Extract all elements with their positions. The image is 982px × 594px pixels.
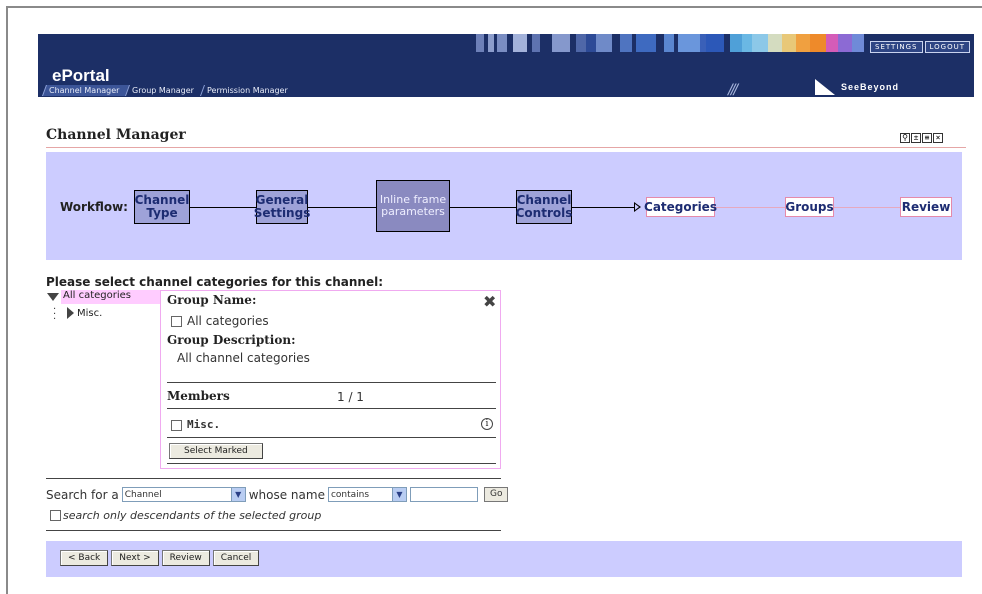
search-icon[interactable]: ⚲ (900, 133, 910, 143)
frame-border-top (6, 6, 982, 8)
nav-tabs: Channel Manager Group Manager Permission… (41, 85, 299, 96)
tab-group-manager[interactable]: Group Manager (125, 85, 205, 96)
app-title: ePortal (52, 66, 110, 85)
maximize-icon[interactable]: ≡ (922, 133, 932, 143)
workflow-connector (308, 207, 376, 208)
next-button[interactable]: Next > (111, 550, 159, 566)
descendants-label: search only descendants of the selected … (63, 509, 322, 522)
group-name-heading: Group Name: (167, 293, 257, 307)
panel-divider (167, 437, 496, 438)
search-type-select[interactable]: Channel ▼ (121, 487, 246, 502)
workflow-label: Workflow: (60, 200, 128, 214)
tab-channel-manager[interactable]: Channel Manager (41, 85, 130, 96)
search-prefix-text: Search for a (46, 487, 119, 502)
collapsed-triangle-icon[interactable] (67, 307, 74, 319)
workflow-connector (715, 207, 785, 208)
page-title: Channel Manager (46, 127, 186, 143)
chevron-down-icon[interactable]: ▼ (391, 488, 406, 501)
header-banner: SETTINGS LOGOUT ePortal Channel Manager … (38, 34, 974, 97)
workflow-connector (572, 207, 634, 208)
member-checkbox[interactable] (171, 419, 182, 431)
search-query-input[interactable] (409, 487, 478, 502)
settings-link[interactable]: SETTINGS (870, 41, 923, 53)
group-details-panel: ✖ Group Name: All categories Group Descr… (160, 290, 501, 469)
seebeyond-logo: SeeBeyond (815, 79, 899, 95)
group-name-row: All categories (171, 314, 269, 328)
wizard-footer: < Back Next > Review Cancel (46, 541, 962, 577)
panel-divider (167, 408, 496, 409)
workflow-arrow-icon (634, 202, 641, 212)
workflow-step-groups[interactable]: Groups (785, 197, 834, 217)
info-icon[interactable]: i (481, 418, 493, 430)
member-name: Misc. (187, 418, 221, 431)
search-row: Search for a Channel ▼ whose name contain… (46, 487, 509, 502)
portlet-controls: ⚲ ± ≡ × (900, 133, 943, 143)
descendants-checkbox[interactable] (50, 510, 61, 521)
search-divider-bottom (46, 530, 501, 531)
panel-divider (167, 463, 496, 464)
tab-permission-manager[interactable]: Permission Manager (200, 85, 299, 96)
workflow-step-categories[interactable]: Categories (644, 197, 717, 217)
workflow-connector (450, 207, 516, 208)
expanded-triangle-icon[interactable] (47, 293, 59, 301)
group-description-value: All channel categories (177, 351, 310, 365)
workflow-step-general-settings[interactable]: General Settings (254, 190, 310, 224)
go-button[interactable]: Go (483, 487, 509, 502)
workflow-step-inline-frame-parameters: Inline frame parameters (376, 180, 450, 232)
review-button[interactable]: Review (161, 550, 210, 566)
group-description-heading: Group Description: (167, 333, 296, 347)
workflow-connector (834, 207, 900, 208)
search-operator-select[interactable]: contains ▼ (327, 487, 407, 502)
instruction-text: Please select channel categories for thi… (46, 275, 384, 289)
seebeyond-logo-icon (815, 79, 835, 95)
workflow-step-channel-controls[interactable]: Channel Controls (516, 190, 572, 224)
search-mid-text: whose name (248, 487, 325, 502)
group-select-checkbox[interactable] (171, 316, 182, 327)
workflow-connector (190, 207, 256, 208)
banner-slashes-decoration: /// (728, 82, 738, 97)
tree-connector: · · · (53, 304, 57, 325)
members-count: 1 / 1 (337, 390, 364, 404)
back-button[interactable]: < Back (60, 550, 109, 566)
tree-item-misc[interactable]: Misc. (67, 307, 102, 319)
minimize-icon[interactable]: ± (911, 133, 921, 143)
chevron-down-icon[interactable]: ▼ (230, 488, 245, 501)
close-icon[interactable]: ✖ (483, 292, 496, 311)
workflow-step-channel-type[interactable]: Channel Type (134, 190, 190, 224)
cancel-button[interactable]: Cancel (212, 550, 260, 566)
panel-divider (167, 382, 496, 383)
title-divider (46, 147, 966, 148)
group-name-value: All categories (187, 314, 269, 328)
frame-border-left (6, 6, 8, 594)
descendants-option: search only descendants of the selected … (50, 509, 321, 522)
member-row: Misc. (171, 418, 220, 431)
select-marked-button[interactable]: Select Marked (169, 443, 263, 459)
members-heading: Members (167, 389, 230, 403)
search-divider-top (46, 478, 501, 479)
close-icon[interactable]: × (933, 133, 943, 143)
workflow-step-review[interactable]: Review (900, 197, 952, 217)
workflow-bar: Workflow: Channel Type General Settings … (46, 152, 962, 260)
logout-link[interactable]: LOGOUT (924, 41, 970, 53)
tree-item-all-categories[interactable]: All categories (47, 290, 175, 304)
